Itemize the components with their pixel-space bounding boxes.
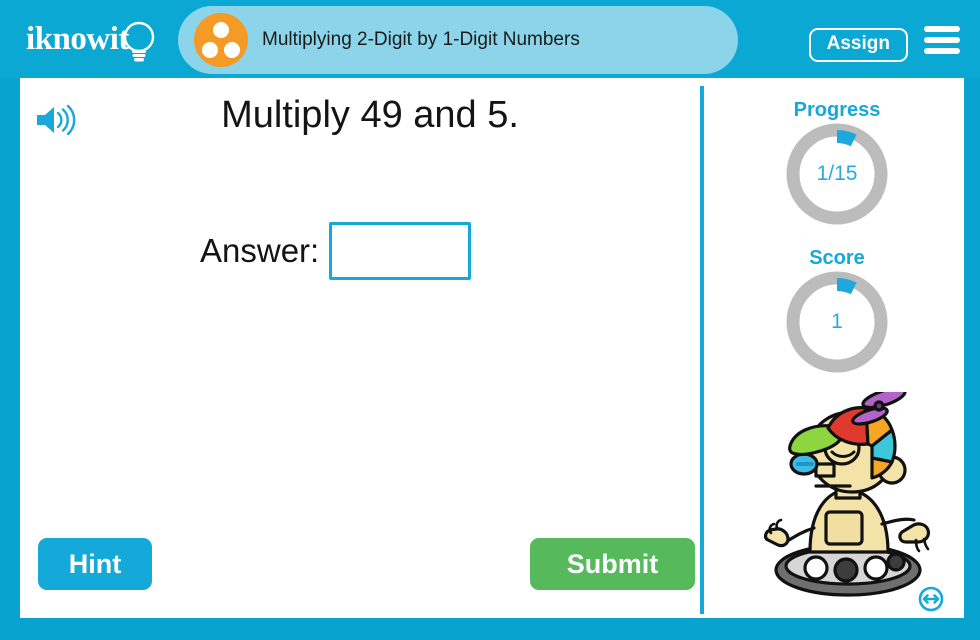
hamburger-menu-icon[interactable] xyxy=(924,26,960,54)
answer-row: Answer: xyxy=(200,222,472,280)
assign-button[interactable]: Assign xyxy=(808,28,908,62)
robot-mascot xyxy=(763,392,931,597)
panel-divider xyxy=(700,86,704,614)
answer-label: Answer: xyxy=(200,232,320,269)
frame-right-border xyxy=(964,0,980,640)
logo-wordmark: iknowit xyxy=(26,21,129,57)
lightbulb-icon xyxy=(123,21,155,62)
hint-button[interactable]: Hint xyxy=(38,538,152,590)
frame-left-border xyxy=(0,0,20,640)
score-value: 1 xyxy=(831,310,843,333)
iknowit-lesson-screen: iknowit Multiplying 2-Digit by 1-Digit N… xyxy=(0,0,980,640)
resize-horizontal-icon[interactable] xyxy=(918,586,944,612)
question-text: Multiply 49 and 5. xyxy=(221,94,519,136)
topic-banner: Multiplying 2-Digit by 1-Digit Numbers xyxy=(178,6,738,74)
frame-bottom-border xyxy=(0,618,980,640)
iknowit-logo[interactable]: iknowit xyxy=(26,14,166,66)
progress-gauge: 1/15 xyxy=(783,120,891,228)
answer-input[interactable] xyxy=(329,222,472,280)
score-label: Score xyxy=(809,247,865,269)
submit-button[interactable]: Submit xyxy=(530,538,695,590)
progress-label: Progress xyxy=(793,99,881,121)
topic-title: Multiplying 2-Digit by 1-Digit Numbers xyxy=(262,29,580,50)
app-header: iknowit Multiplying 2-Digit by 1-Digit N… xyxy=(0,0,980,78)
three-dots-circle-icon xyxy=(194,13,248,67)
score-gauge: 1 xyxy=(783,268,891,376)
progress-value: 1/15 xyxy=(816,162,858,185)
